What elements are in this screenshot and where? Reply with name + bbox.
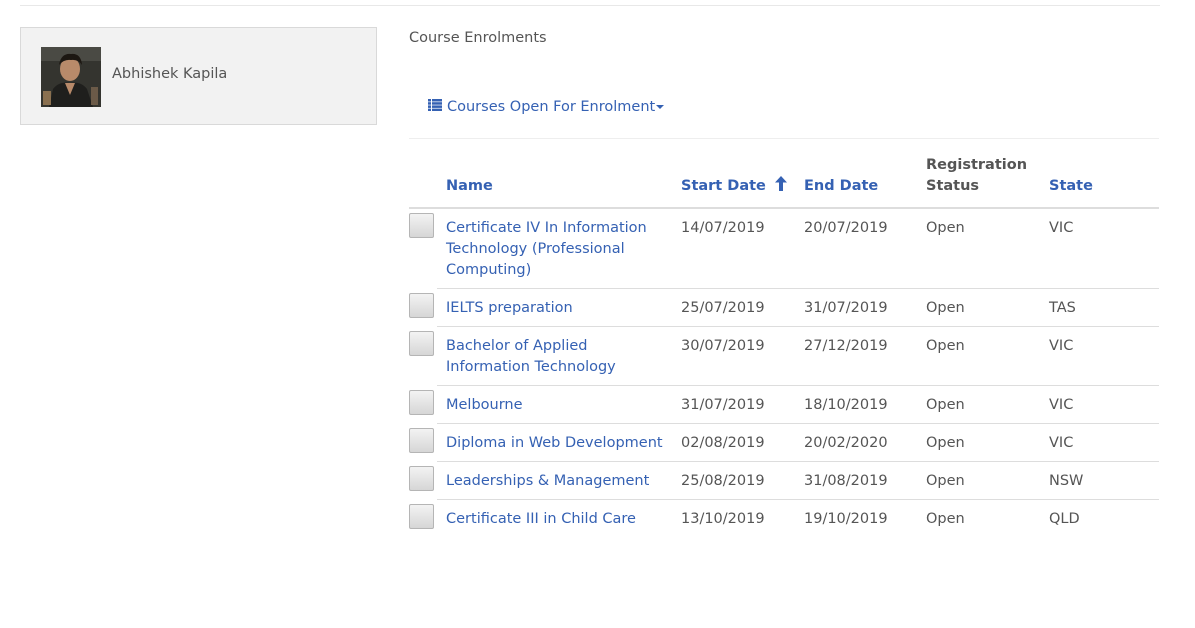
state-cell: VIC [1049, 397, 1074, 413]
table-row: Bachelor of Applied Information Technolo… [409, 327, 1159, 386]
column-header-registration-status: Registration Status [926, 155, 1027, 197]
row-select-checkbox[interactable] [409, 390, 434, 415]
start-date-cell: 31/07/2019 [681, 397, 765, 413]
course-name-link[interactable]: Bachelor of Applied Information Technolo… [446, 336, 671, 378]
status-cell: Open [926, 220, 965, 236]
course-name-link[interactable]: Certificate IV In Information Technology… [446, 218, 671, 281]
end-date-cell: 20/02/2020 [804, 435, 888, 451]
end-date-cell: 27/12/2019 [804, 338, 888, 354]
column-header-registration-line2: Status [926, 178, 980, 194]
row-select-checkbox[interactable] [409, 213, 434, 238]
courses-dropdown-toggle[interactable]: Courses Open For Enrolment [428, 99, 665, 115]
end-date-cell: 19/10/2019 [804, 511, 888, 527]
table-header: Name Start Date End Date Registration St… [409, 150, 1159, 209]
table-row: IELTS preparation 25/07/2019 31/07/2019 … [409, 289, 1159, 327]
start-date-cell: 02/08/2019 [681, 435, 765, 451]
course-name-link[interactable]: Leaderships & Management [446, 471, 671, 492]
section-title: Course Enrolments [409, 30, 547, 46]
row-select-checkbox[interactable] [409, 331, 434, 356]
course-name-link[interactable]: IELTS preparation [446, 298, 671, 319]
start-date-cell: 25/08/2019 [681, 473, 765, 489]
profile-card: Abhishek Kapila [20, 27, 377, 125]
end-date-cell: 20/07/2019 [804, 220, 888, 236]
state-cell: VIC [1049, 435, 1074, 451]
table-row: Diploma in Web Development 02/08/2019 20… [409, 424, 1159, 462]
course-name-link[interactable]: Melbourne [446, 395, 671, 416]
course-name-link[interactable]: Diploma in Web Development [446, 433, 671, 454]
courses-dropdown-label: Courses Open For Enrolment [447, 99, 656, 115]
row-select-checkbox[interactable] [409, 466, 434, 491]
status-cell: Open [926, 435, 965, 451]
row-select-checkbox[interactable] [409, 428, 434, 453]
state-cell: QLD [1049, 511, 1080, 527]
list-icon [428, 99, 442, 115]
status-cell: Open [926, 397, 965, 413]
column-header-state[interactable]: State [1049, 176, 1093, 197]
start-date-cell: 14/07/2019 [681, 220, 765, 236]
column-header-registration-line1: Registration [926, 157, 1028, 173]
start-date-cell: 25/07/2019 [681, 300, 765, 316]
end-date-cell: 31/08/2019 [804, 473, 888, 489]
table-row: Certificate III in Child Care 13/10/2019… [409, 500, 1159, 538]
state-cell: VIC [1049, 220, 1074, 236]
table-row: Certificate IV In Information Technology… [409, 209, 1159, 289]
course-name-link[interactable]: Certificate III in Child Care [446, 509, 671, 530]
start-date-cell: 13/10/2019 [681, 511, 765, 527]
row-select-checkbox[interactable] [409, 293, 434, 318]
table-row: Melbourne 31/07/2019 18/10/2019 Open VIC [409, 386, 1159, 424]
avatar [41, 47, 101, 107]
column-header-start-date-label: Start Date [681, 178, 766, 194]
state-cell: TAS [1049, 300, 1076, 316]
state-cell: VIC [1049, 338, 1074, 354]
table-row: Leaderships & Management 25/08/2019 31/0… [409, 462, 1159, 500]
sort-ascending-arrow-icon [771, 176, 788, 194]
end-date-cell: 31/07/2019 [804, 300, 888, 316]
status-cell: Open [926, 338, 965, 354]
status-cell: Open [926, 473, 965, 489]
column-header-name[interactable]: Name [446, 176, 493, 197]
course-table: Name Start Date End Date Registration St… [409, 150, 1159, 538]
row-select-checkbox[interactable] [409, 504, 434, 529]
state-cell: NSW [1049, 473, 1084, 489]
caret-down-icon [656, 105, 665, 109]
status-cell: Open [926, 300, 965, 316]
status-cell: Open [926, 511, 965, 527]
start-date-cell: 30/07/2019 [681, 338, 765, 354]
top-divider [20, 5, 1160, 6]
column-header-end-date[interactable]: End Date [804, 176, 878, 197]
profile-name: Abhishek Kapila [112, 66, 228, 82]
end-date-cell: 18/10/2019 [804, 397, 888, 413]
toolbar-divider [409, 138, 1159, 139]
column-header-start-date[interactable]: Start Date [681, 176, 788, 197]
